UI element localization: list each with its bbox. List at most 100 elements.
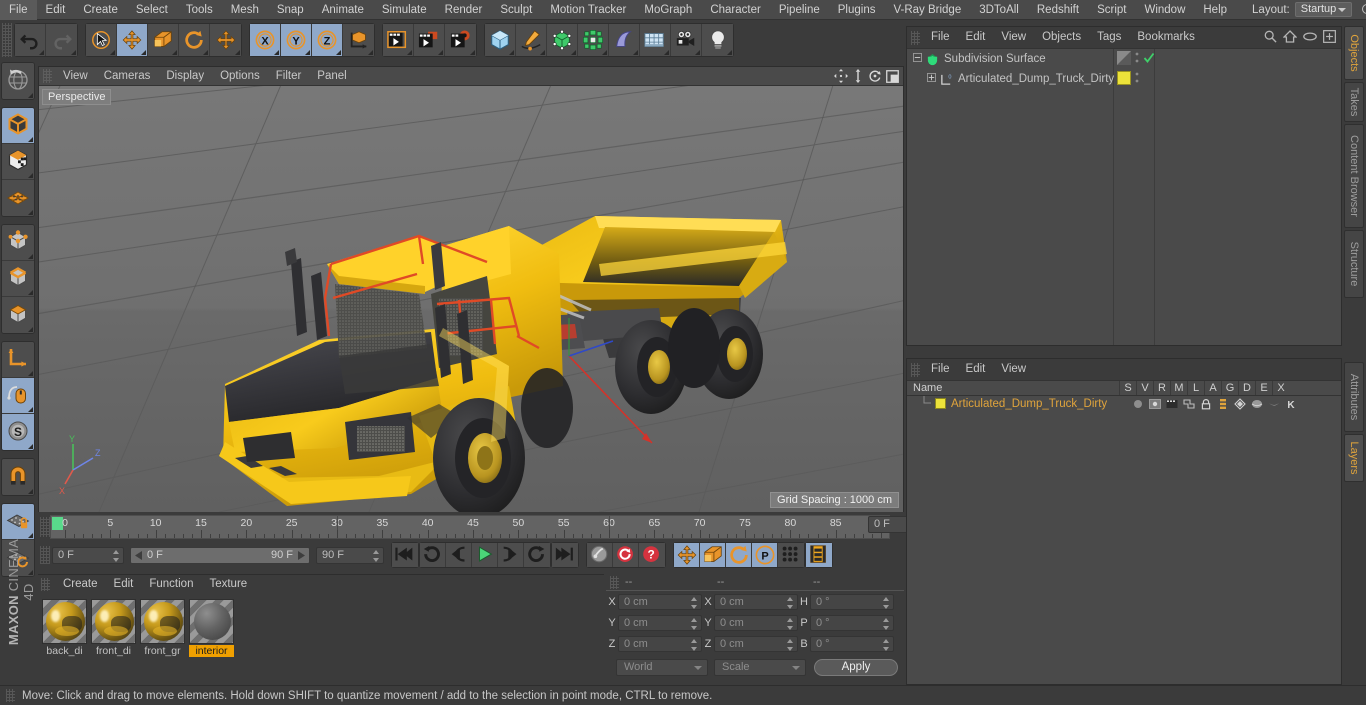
spinner-icon[interactable] [883, 639, 890, 651]
soft-selection-button[interactable]: S [2, 414, 34, 450]
menu-item-simulate[interactable]: Simulate [373, 0, 436, 20]
search-icon[interactable] [1360, 2, 1366, 18]
layer-column-l[interactable]: L [1187, 381, 1204, 395]
go-to-end-button[interactable] [552, 543, 578, 567]
menu-item-mograph[interactable]: MoGraph [635, 0, 701, 20]
layer-expression-icon[interactable] [1265, 398, 1282, 410]
layer-column-s[interactable]: S [1119, 381, 1136, 395]
deformed-editing-button[interactable] [2, 180, 34, 216]
position-z-field[interactable]: 0 cm [618, 636, 702, 652]
add-layer-icon[interactable] [1323, 30, 1336, 43]
world-object-axis[interactable] [343, 24, 374, 56]
add-generator-button[interactable] [547, 24, 578, 56]
object-menu-tags[interactable]: Tags [1089, 27, 1129, 48]
undo-button[interactable] [15, 24, 46, 56]
material-menu-edit[interactable]: Edit [106, 575, 142, 593]
material-tag-icon[interactable] [1117, 71, 1131, 88]
viewport-menu-display[interactable]: Display [158, 67, 212, 86]
menu-item-help[interactable]: Help [1194, 0, 1236, 20]
object-tree[interactable]: Subdivision Surface 0 Articulated_Dump_Tru… [907, 48, 1341, 345]
frame-range-slider[interactable]: 0 F 90 F [130, 546, 310, 564]
menu-item-mesh[interactable]: Mesh [222, 0, 268, 20]
viewport-menu-panel[interactable]: Panel [309, 67, 354, 86]
tag-dots-icon[interactable] [1135, 51, 1139, 68]
position-y-field[interactable]: 0 cm [618, 615, 702, 631]
layer-column-g[interactable]: G [1221, 381, 1238, 395]
material-front_grill[interactable]: front_gr [140, 599, 185, 657]
layer-deformer-icon[interactable] [1248, 398, 1265, 410]
render-to-picture-viewer-button[interactable] [414, 24, 445, 56]
menu-item-create[interactable]: Create [74, 0, 127, 20]
menu-item-window[interactable]: Window [1135, 0, 1194, 20]
select-tool[interactable] [86, 24, 117, 56]
tab-attributes[interactable]: Attributes [1344, 362, 1364, 432]
spinner-icon[interactable] [787, 597, 794, 609]
layout-select[interactable]: Startup [1294, 2, 1352, 17]
tab-structure[interactable]: Structure [1344, 230, 1364, 298]
phong-tag-icon[interactable] [1117, 51, 1131, 68]
object-menu-bookmarks[interactable]: Bookmarks [1129, 27, 1203, 48]
expand-toggle-icon[interactable] [913, 53, 922, 65]
points-mode-button[interactable] [2, 225, 34, 261]
layer-menu-file[interactable]: File [923, 359, 958, 380]
apply-button[interactable]: Apply [814, 658, 898, 676]
rotation-b-field[interactable]: 0 ° [810, 636, 894, 652]
play-button[interactable] [472, 543, 498, 567]
layer-column-x[interactable]: X [1272, 381, 1289, 395]
viewport-3d-scene[interactable]: Y Z X [39, 86, 903, 512]
spinner-icon[interactable] [787, 618, 794, 630]
object-menu-edit[interactable]: Edit [958, 27, 994, 48]
viewport-menu-options[interactable]: Options [212, 67, 268, 86]
menu-item-snap[interactable]: Snap [268, 0, 313, 20]
timeline-toggle-button[interactable] [806, 543, 832, 567]
undo-view-button[interactable] [2, 63, 34, 99]
size-z-field[interactable]: 0 cm [714, 636, 798, 652]
menu-item-redshift[interactable]: Redshift [1028, 0, 1088, 20]
current-frame-field[interactable]: 0 F [52, 546, 124, 564]
viewport-menu-view[interactable]: View [55, 67, 96, 86]
play-forwards-loop-button[interactable] [524, 543, 550, 567]
layer-animation-icon[interactable] [1214, 398, 1231, 410]
previous-frame-button[interactable] [446, 543, 472, 567]
lock-z-axis[interactable]: Z [312, 24, 343, 56]
rotation-p-field[interactable]: 0 ° [810, 615, 894, 631]
material-manager-grip[interactable] [41, 577, 50, 591]
layer-render-icon[interactable] [1163, 398, 1180, 410]
next-frame-button[interactable] [498, 543, 524, 567]
object-row[interactable]: 0 Articulated_Dump_Truck_Dirty [907, 69, 1341, 89]
texture-mode-button[interactable] [2, 144, 34, 180]
status-bar-grip[interactable] [6, 689, 15, 702]
expand-toggle-icon[interactable] [927, 73, 936, 85]
menu-item-script[interactable]: Script [1088, 0, 1135, 20]
tab-content-browser[interactable]: Content Browser [1344, 124, 1364, 228]
go-to-start-button[interactable] [392, 543, 418, 567]
polygons-mode-button[interactable] [2, 297, 34, 333]
viewport-menu-filter[interactable]: Filter [268, 67, 310, 86]
layer-row[interactable]: Articulated_Dump_Truck_Dirty K [907, 396, 1341, 411]
add-cube-button[interactable] [485, 24, 516, 56]
move-alt-tool[interactable] [210, 24, 241, 56]
lock-y-axis[interactable]: Y [281, 24, 312, 56]
spinner-icon[interactable] [373, 549, 380, 562]
menu-item-edit[interactable]: Edit [37, 0, 75, 20]
enable-axis-modification-button[interactable] [2, 378, 34, 414]
layer-manager-grip[interactable] [911, 362, 920, 377]
autokeying-button[interactable] [613, 543, 639, 567]
add-camera-button[interactable] [671, 24, 702, 56]
layer-column-r[interactable]: R [1153, 381, 1170, 395]
coordinates-grip[interactable] [610, 575, 619, 589]
spinner-icon[interactable] [787, 639, 794, 651]
menu-item-tools[interactable]: Tools [177, 0, 222, 20]
parameter-key-button[interactable]: P [752, 543, 778, 567]
viewport-menu-cameras[interactable]: Cameras [96, 67, 159, 86]
coordinate-system-select[interactable]: World [616, 658, 708, 676]
viewport-canvas[interactable]: Y Z X Perspective Grid Spacing : 1000 cm [39, 86, 903, 512]
render-view-button[interactable] [383, 24, 414, 56]
layer-manager-icon[interactable] [1180, 398, 1197, 410]
point-level-animation-button[interactable] [778, 543, 804, 567]
rotation-key-button[interactable] [726, 543, 752, 567]
menu-item-v-ray-bridge[interactable]: V-Ray Bridge [884, 0, 970, 20]
lock-x-axis[interactable]: X [250, 24, 281, 56]
object-menu-view[interactable]: View [993, 27, 1034, 48]
rotate-tool[interactable] [179, 24, 210, 56]
